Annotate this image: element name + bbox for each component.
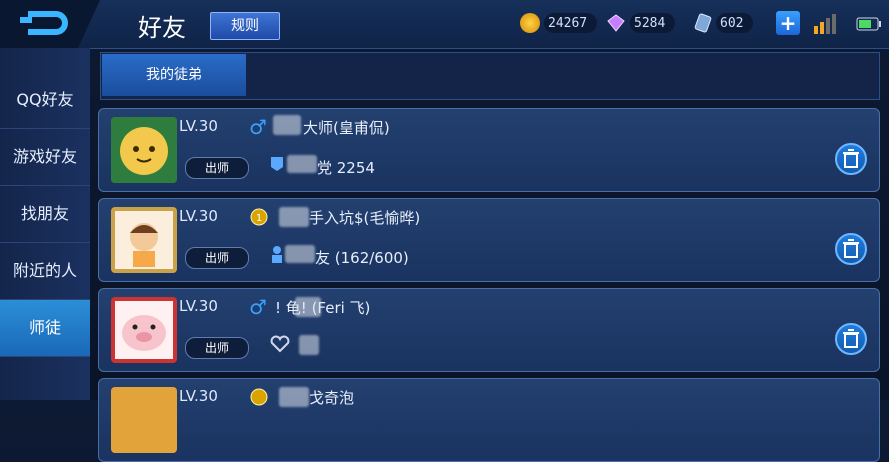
avatar (111, 207, 177, 273)
sidebar-item-qq-friends[interactable]: QQ好友 (0, 72, 90, 129)
top-bar: 好友 规则 24267 5284 602 + (0, 0, 889, 49)
graduate-badge[interactable]: 出师 (185, 247, 249, 269)
list-item[interactable]: LV.30 出师 ♂ 大师(皇甫侃) 党 2254 (98, 108, 880, 192)
redacted-mark (273, 115, 301, 135)
list-item[interactable]: LV.30 出师 1 手入坑$(毛愉晔) 友 (162/600) (98, 198, 880, 282)
sidebar-item-game-friends[interactable]: 游戏好友 (0, 129, 90, 186)
sidebar-item-find-friends[interactable]: 找朋友 (0, 186, 90, 243)
page-title: 好友 (138, 14, 186, 42)
gold-value: 24267 (544, 13, 598, 33)
player-name: 手入坑$(毛愉晔) (309, 209, 421, 227)
coupon-icon (694, 13, 712, 33)
male-icon: ♂ (249, 115, 267, 139)
tab-my-apprentices[interactable]: 我的徒弟 (102, 54, 246, 96)
heart-icon (269, 335, 291, 353)
guild-icon (269, 155, 285, 173)
back-button[interactable] (0, 0, 120, 48)
sidebar-item-mentorship[interactable]: 师徒 (0, 300, 90, 357)
graduate-badge[interactable]: 出师 (185, 337, 249, 359)
coupon-counter: 602 (694, 12, 754, 34)
avatar (111, 297, 177, 363)
delete-button[interactable] (835, 143, 867, 175)
level-label: LV.30 (179, 297, 218, 315)
friends-icon (269, 245, 285, 263)
male-icon: ♂ (249, 295, 267, 319)
trash-icon (843, 149, 859, 168)
battery-icon (856, 16, 882, 31)
diamond-icon (606, 13, 626, 33)
coupon-value: 602 (716, 13, 754, 33)
redacted-mark (287, 155, 317, 173)
level-label: LV.30 (179, 117, 218, 135)
player-name: 大师(皇甫侃) (303, 119, 390, 137)
player-name: 戈奇泡 (309, 389, 355, 407)
level-label: LV.30 (179, 207, 218, 225)
signal-icon (812, 12, 836, 34)
gold-counter: 24267 (520, 12, 598, 34)
redacted-mark (279, 207, 309, 227)
diamond-value: 5284 (630, 13, 676, 33)
sidebar: QQ好友 游戏好友 找朋友 附近的人 师徒 (0, 48, 90, 400)
redacted-mark (295, 297, 321, 317)
svg-text:1: 1 (256, 213, 262, 224)
guild-info: 党 2254 (317, 159, 375, 177)
add-currency-button[interactable]: + (776, 11, 800, 35)
redacted-mark (299, 335, 319, 355)
player-name: ! 龟! (Feri 飞) (275, 299, 371, 317)
trash-icon (843, 239, 859, 258)
friend-count: 友 (162/600) (315, 249, 409, 267)
list-item[interactable]: LV.30 戈奇泡 (98, 378, 880, 462)
delete-button[interactable] (835, 233, 867, 265)
level-label: LV.30 (179, 387, 218, 405)
graduate-badge[interactable]: 出师 (185, 157, 249, 179)
avatar (111, 387, 177, 453)
list-item[interactable]: LV.30 出师 ♂ ! 龟! (Feri 飞) (98, 288, 880, 372)
diamond-counter: 5284 (606, 12, 676, 34)
sidebar-item-nearby[interactable]: 附近的人 (0, 243, 90, 300)
delete-button[interactable] (835, 323, 867, 355)
avatar (111, 117, 177, 183)
redacted-mark (285, 245, 315, 263)
trash-icon (843, 329, 859, 348)
rank-icon: 1 (249, 207, 269, 227)
gold-coin-icon (520, 13, 540, 33)
rules-button[interactable]: 规则 (210, 12, 280, 40)
rank-icon (249, 387, 269, 407)
redacted-mark (279, 387, 309, 407)
